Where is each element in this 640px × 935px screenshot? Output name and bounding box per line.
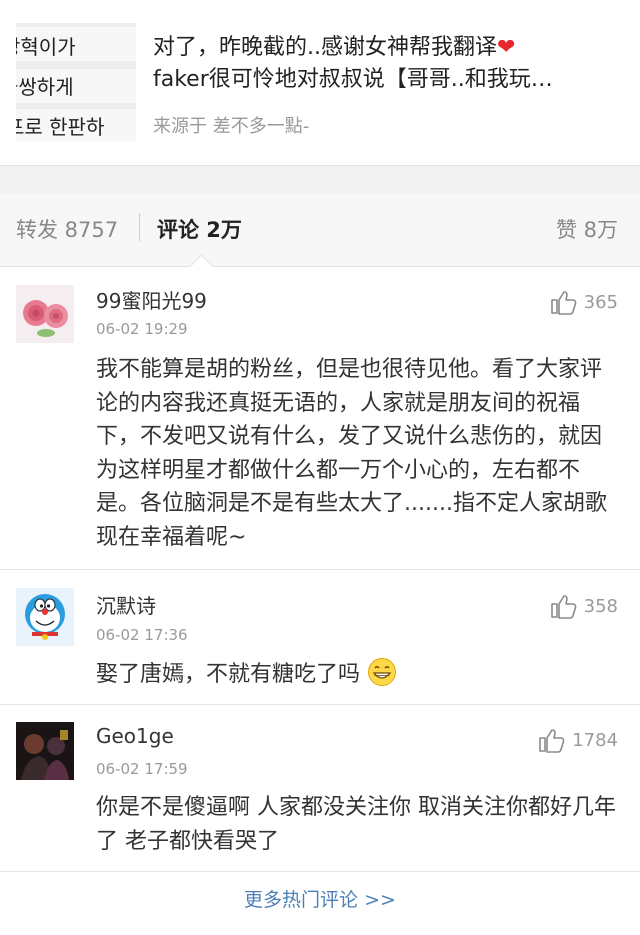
comment-username[interactable]: 99蜜阳光99	[96, 285, 207, 314]
comment-time: 06-02 17:59	[96, 760, 188, 778]
post-title: 对了，昨晚截的..感谢女神帮我翻译❤ faker很可怜地对叔叔说【哥哥..和我玩…	[153, 32, 623, 96]
like-count: 1784	[572, 729, 618, 751]
comment-text: 娶了唐嫣，不就有糖吃了吗	[96, 657, 616, 692]
tab-bar: 转发 8757 评论 2万 赞 8万	[0, 194, 640, 267]
doraemon-avatar[interactable]	[16, 588, 74, 646]
comment-item: Geo1ge 06-02 17:59 1784 你是不是傻逼啊 人家都没关注你 …	[0, 705, 640, 872]
comment-text-content: 娶了唐嫣，不就有糖吃了吗	[96, 662, 361, 687]
post-thumbnail: 강혁이가 불쌍하게 포로 한판하	[16, 23, 136, 141]
like-button[interactable]: 365	[550, 289, 618, 315]
like-count: 358	[583, 595, 618, 617]
more-hot-comments: 更多热门评论 >>	[0, 872, 640, 928]
heart-icon: ❤	[497, 35, 516, 60]
tab-comment[interactable]: 评论 2万	[157, 214, 242, 244]
tab-divider	[139, 213, 140, 241]
tab-like[interactable]: 赞 8万	[556, 214, 618, 244]
thumbs-up-icon	[550, 595, 577, 619]
post-title-line1: 对了，昨晚截的..感谢女神帮我翻译	[153, 35, 497, 60]
comment-time: 06-02 17:36	[96, 626, 188, 644]
tab-repost[interactable]: 转发 8757	[16, 214, 118, 244]
comment-item: 99蜜阳光99 06-02 19:29 365 我不能算是胡的粉丝，但是也很待见…	[0, 267, 640, 570]
like-button[interactable]: 1784	[538, 727, 618, 753]
more-hot-comments-link[interactable]: 更多热门评论 >>	[244, 889, 396, 911]
thumbnail-text-line: 불쌍하게	[16, 75, 74, 99]
thumbnail-text-line: 포로 한판하	[16, 115, 105, 139]
comment-item: 沉默诗 06-02 17:36 358 娶了唐嫣，不就有糖吃了吗	[0, 571, 640, 705]
comment-username[interactable]: Geo1ge	[96, 724, 174, 748]
grin-emoji-icon	[368, 658, 397, 686]
comment-time: 06-02 19:29	[96, 320, 188, 338]
comment-text: 你是不是傻逼啊 人家都没关注你 取消关注你都好几年了 老子都快看哭了	[96, 795, 616, 854]
rose-avatar[interactable]	[16, 285, 74, 343]
post-title-line2: faker很可怜地对叔叔说【哥哥..和我玩…	[153, 67, 553, 92]
like-button[interactable]: 358	[550, 593, 618, 619]
comment-username[interactable]: 沉默诗	[96, 590, 156, 619]
shared-post-card[interactable]: 강혁이가 불쌍하게 포로 한판하 对了，昨晚截的..感谢女神帮我翻译❤ fake…	[0, 0, 640, 166]
dark-photo-avatar[interactable]	[16, 722, 74, 780]
thumbnail-text-line: 강혁이가	[16, 35, 76, 59]
thumbs-up-icon	[550, 291, 577, 315]
section-gap	[0, 166, 640, 194]
thumbs-up-icon	[539, 729, 565, 753]
comment-text: 我不能算是胡的粉丝，但是也很待见他。看了大家评论的内容我还真挺无语的，人家就是朋…	[96, 357, 607, 550]
like-count: 365	[583, 291, 618, 313]
post-source: 来源于 差不多一點-	[153, 116, 310, 137]
